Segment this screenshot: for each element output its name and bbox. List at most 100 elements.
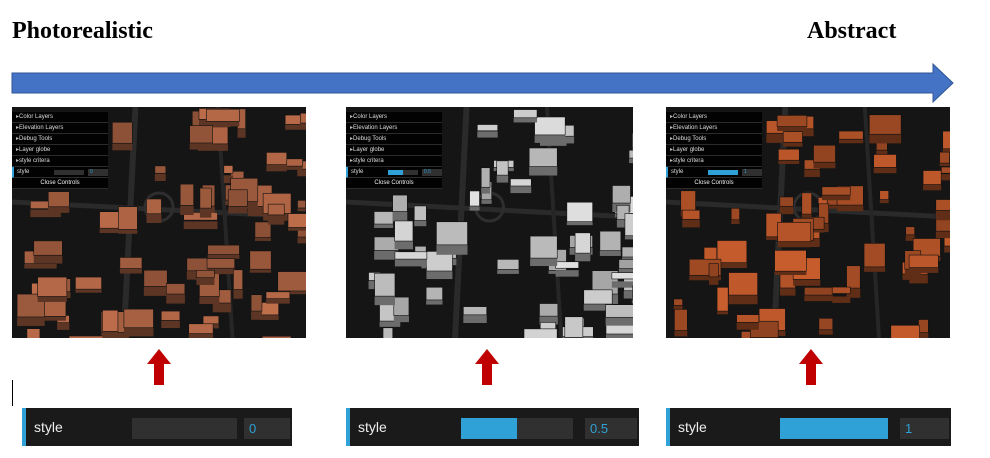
style-slider-row[interactable]: style 0 xyxy=(12,167,108,178)
building-roof xyxy=(227,189,248,207)
scale-arrow-shape xyxy=(11,62,954,104)
building-roof xyxy=(905,226,915,236)
building-roof xyxy=(583,289,613,305)
style-control-track[interactable] xyxy=(780,418,888,439)
building-side xyxy=(736,322,759,330)
style-label: style xyxy=(351,169,364,175)
style-value-field[interactable]: 1 xyxy=(742,169,762,176)
building-side xyxy=(555,270,579,277)
building-side xyxy=(188,333,214,338)
folder-color-layers[interactable]: Color Layers xyxy=(666,112,762,123)
style-slider-track[interactable] xyxy=(708,170,738,175)
style-label: style xyxy=(17,169,30,175)
building-roof xyxy=(261,335,292,338)
building-roof xyxy=(179,183,194,206)
building-roof xyxy=(611,272,633,280)
folder-style-criteria[interactable]: style critera xyxy=(346,156,442,167)
building-roof xyxy=(736,314,760,323)
building-roof xyxy=(890,324,920,338)
building-side xyxy=(394,259,427,267)
building-roof xyxy=(47,191,70,208)
text-cursor xyxy=(12,380,13,406)
building-side xyxy=(477,131,498,138)
building-roof xyxy=(632,132,633,149)
building-roof xyxy=(202,315,220,325)
folder-color-layers[interactable]: Color Layers xyxy=(346,112,442,123)
building-side xyxy=(268,213,285,225)
style-slider-row[interactable]: style 1 xyxy=(666,167,762,178)
style-control-2[interactable]: style 1 xyxy=(666,408,951,446)
style-value-field[interactable]: 0 xyxy=(88,169,108,176)
building-side xyxy=(611,281,633,288)
style-slider-row[interactable]: style 0.5 xyxy=(346,167,442,178)
building-roof xyxy=(160,310,181,321)
building-roof xyxy=(112,121,133,144)
style-slider-track[interactable] xyxy=(54,170,84,175)
building-side xyxy=(935,209,950,221)
city-render-mixed: Color Layers Elevation Layers Debug Tool… xyxy=(346,107,633,338)
folder-debug-tools[interactable]: Debug Tools xyxy=(666,134,762,145)
close-controls-button[interactable]: Close Controls xyxy=(12,178,108,189)
close-controls-button[interactable]: Close Controls xyxy=(666,178,762,189)
building-roof xyxy=(801,192,812,215)
folder-layer-globe[interactable]: Layer globe xyxy=(666,145,762,156)
style-control-value[interactable]: 1 xyxy=(900,418,949,439)
folder-layer-globe[interactable]: Layer globe xyxy=(346,145,442,156)
building-roof xyxy=(846,265,861,289)
building-roof xyxy=(143,269,168,287)
building-roof xyxy=(566,201,593,222)
style-control-0[interactable]: style 0 xyxy=(22,408,292,446)
style-control-value[interactable]: 0.5 xyxy=(585,418,637,439)
building-side xyxy=(941,174,950,181)
building-roof xyxy=(37,276,68,297)
style-control-fill xyxy=(780,418,888,439)
building-roof xyxy=(249,250,272,270)
up-arrow-icon xyxy=(475,349,499,385)
folder-color-layers[interactable]: Color Layers xyxy=(12,112,108,123)
building-roof xyxy=(68,335,104,338)
style-slider-track[interactable] xyxy=(388,170,418,175)
style-control-track[interactable] xyxy=(461,418,573,439)
building-roof xyxy=(863,243,886,268)
building-roof xyxy=(425,286,443,301)
building-roof xyxy=(33,240,63,256)
building-roof xyxy=(392,194,408,212)
building-roof xyxy=(804,287,834,296)
style-control-label: style xyxy=(358,419,387,435)
folder-style-criteria[interactable]: style critera xyxy=(666,156,762,167)
building-side xyxy=(154,173,166,181)
building-side xyxy=(463,314,487,324)
folder-elevation-layers[interactable]: Elevation Layers xyxy=(12,123,108,134)
building-roof xyxy=(496,160,509,176)
building-roof xyxy=(730,207,740,221)
style-control-value[interactable]: 0 xyxy=(244,418,290,439)
building-roof xyxy=(99,211,120,229)
building-roof xyxy=(681,209,701,220)
folder-debug-tools[interactable]: Debug Tools xyxy=(346,134,442,145)
building-roof xyxy=(529,235,558,259)
folder-elevation-layers[interactable]: Elevation Layers xyxy=(666,123,762,134)
building-roof xyxy=(728,272,758,296)
building-roof xyxy=(373,211,394,225)
building-roof xyxy=(250,294,263,312)
up-arrow-icon xyxy=(147,349,171,385)
building-roof xyxy=(908,254,939,268)
building-roof xyxy=(624,213,633,237)
building-roof xyxy=(838,130,864,140)
style-control-1[interactable]: style 0.5 xyxy=(346,408,639,446)
folder-style-criteria[interactable]: style critera xyxy=(12,156,108,167)
building-roof xyxy=(510,178,532,187)
building-roof xyxy=(674,309,688,331)
folder-layer-globe[interactable]: Layer globe xyxy=(12,145,108,156)
building-roof xyxy=(818,318,834,331)
folder-elevation-layers[interactable]: Elevation Layers xyxy=(346,123,442,134)
close-controls-button[interactable]: Close Controls xyxy=(346,178,442,189)
building-side xyxy=(166,293,185,304)
style-value-field[interactable]: 0.5 xyxy=(422,169,442,176)
style-control-track[interactable] xyxy=(132,418,237,439)
building-side xyxy=(510,185,532,194)
building-roof xyxy=(393,296,410,316)
building-side xyxy=(183,221,218,230)
folder-debug-tools[interactable]: Debug Tools xyxy=(12,134,108,145)
style-control-label: style xyxy=(678,419,707,435)
